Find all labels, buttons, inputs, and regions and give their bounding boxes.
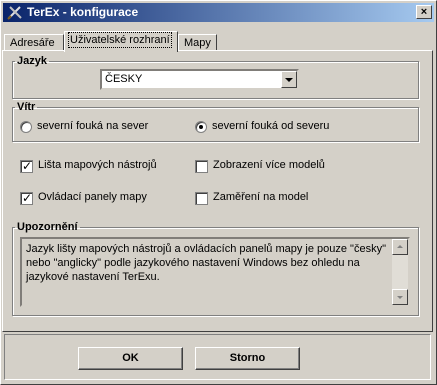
checkbox-focus-model[interactable] — [195, 192, 208, 205]
checkbox-map-toolbar-label[interactable]: Lišta mapových nástrojů — [38, 159, 157, 171]
tab-mapy[interactable]: Mapy — [178, 34, 217, 51]
scroll-up-icon[interactable] — [392, 239, 408, 255]
radio-wind-from-north-label[interactable]: severní fouká od severu — [212, 120, 329, 132]
close-icon: × — [420, 6, 428, 18]
notice-group-title: Upozornění — [17, 221, 78, 233]
cancel-button[interactable]: Storno — [195, 347, 300, 370]
ok-button[interactable]: OK — [78, 347, 183, 370]
radio-wind-from-north[interactable] — [195, 121, 207, 133]
tab-adresare[interactable]: Adresáře — [4, 34, 64, 51]
radio-wind-to-north-label[interactable]: severní fouká na sever — [37, 120, 148, 132]
notice-scrollbar[interactable] — [392, 239, 408, 305]
language-select-value: ČESKY — [105, 73, 143, 85]
tab-uzivatelske-rozhrani[interactable]: Uživatelské rozhraní — [64, 31, 178, 52]
language-group-title: Jazyk — [17, 55, 47, 67]
tab-label: Uživatelské rozhraní — [68, 32, 172, 48]
notice-memo[interactable]: Jazyk lišty mapových nástrojů a ovládací… — [20, 237, 410, 307]
scroll-down-icon[interactable] — [392, 289, 408, 305]
checkbox-map-toolbar[interactable] — [20, 159, 33, 173]
radio-wind-to-north[interactable] — [20, 121, 32, 133]
language-select[interactable]: ČESKY — [100, 69, 299, 90]
checkbox-map-panels[interactable] — [20, 191, 33, 205]
wind-group-title: Vítr — [17, 101, 36, 113]
terex-app-icon — [7, 6, 22, 20]
tab-label: Mapy — [184, 37, 211, 49]
checkbox-multiple-models-label[interactable]: Zobrazení více modelů — [213, 159, 325, 171]
title-bar[interactable]: TerEx - konfigurace × — [3, 3, 434, 22]
chevron-down-icon[interactable] — [281, 71, 297, 88]
checkbox-multiple-models[interactable] — [195, 160, 208, 173]
checkbox-map-panels-label[interactable]: Ovládací panely mapy — [38, 191, 147, 203]
window-title: TerEx - konfigurace — [27, 5, 139, 19]
close-button[interactable]: × — [416, 5, 432, 19]
notice-text: Jazyk lišty mapových nástrojů a ovládací… — [26, 243, 386, 283]
checkbox-focus-model-label[interactable]: Zaměření na model — [213, 191, 308, 203]
tab-label: Adresáře — [10, 37, 55, 49]
